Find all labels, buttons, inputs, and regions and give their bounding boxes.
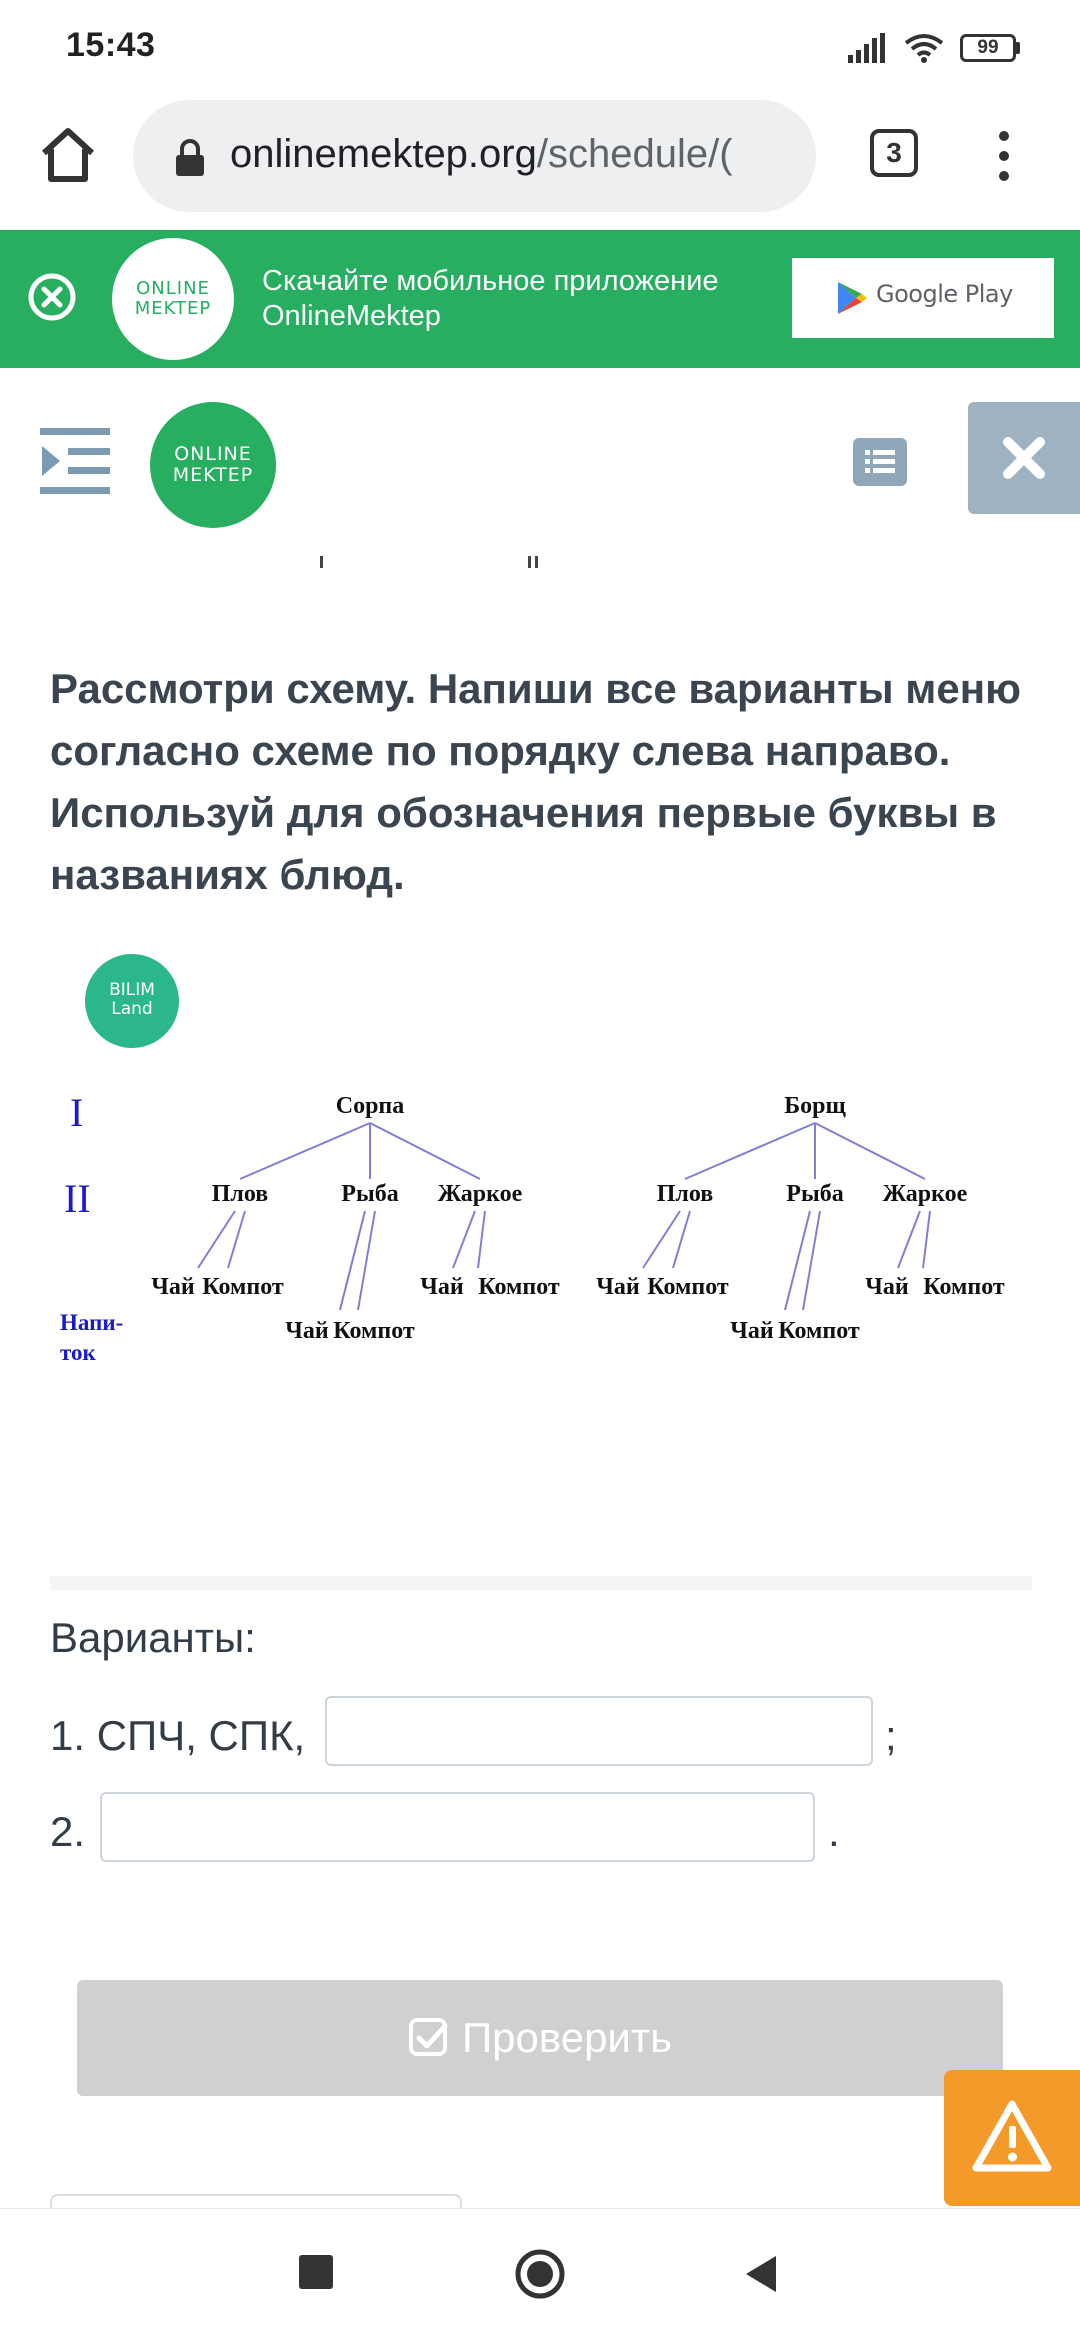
status-bar: 15:43 99 [0, 0, 1080, 92]
tree-drink-node: Чай [285, 1318, 329, 1344]
more-options-icon[interactable] [992, 126, 1016, 186]
site-logo-line2: MEKTEP [172, 464, 254, 486]
bilimland-line1: BILIM [109, 980, 155, 1000]
answer-row-1-label: 1. СПЧ, СПК, [50, 1712, 306, 1759]
root-to-dish-connector [239, 1122, 371, 1180]
tree-drink-node: Чай [730, 1318, 774, 1344]
site-logo[interactable]: ONLINE MEKTEP [150, 402, 276, 528]
system-nav-bar [0, 2208, 1080, 2341]
tree-dish-node: Плов [212, 1181, 269, 1207]
root-to-dish-connector [369, 1122, 481, 1180]
level-label-1: I [70, 1090, 83, 1135]
tree-root-node: Сорпа [336, 1093, 405, 1119]
tree-connectors [197, 1122, 931, 1311]
list-icon [865, 450, 895, 473]
answer-row-2-end: . [828, 1808, 840, 1855]
tree-drink-node: Чай [151, 1274, 195, 1300]
bilimland-logo: BILIM Land [85, 954, 179, 1048]
signal-icon [848, 33, 885, 63]
google-play-button[interactable]: Google Play [792, 258, 1054, 338]
promo-logo: ONLINE MEKTEP [112, 238, 234, 360]
tree-drink-node: Компот [333, 1318, 415, 1344]
dish-to-drink-connector [897, 1210, 921, 1269]
tree-dish-node: Жаркое [883, 1181, 968, 1207]
root-to-dish-connector [684, 1122, 816, 1180]
sidebar-toggle-icon[interactable] [40, 428, 110, 494]
tree-dish-node: Рыба [786, 1181, 843, 1207]
battery-icon: 99 [960, 34, 1020, 62]
lock-icon [176, 139, 204, 176]
tree-dish-node: Жаркое [438, 1181, 523, 1207]
report-problem-button[interactable] [944, 2070, 1080, 2206]
promo-text-line2: OnlineMektep [262, 300, 441, 332]
address-bar[interactable]: onlinemektep.org/schedule/( [133, 100, 816, 212]
tree-root-node: Борщ [784, 1093, 846, 1119]
check-button-label: Проверить [461, 2014, 673, 2061]
tree-drink-node: Чай [596, 1274, 640, 1300]
answer-row-2-label: 2. [50, 1808, 86, 1855]
drink-label-line2: ток [60, 1340, 96, 1365]
close-panel-button[interactable] [968, 402, 1080, 514]
next-section-card [50, 2194, 462, 2208]
answer-row-1-end: ; [885, 1712, 897, 1759]
section-divider [50, 1576, 1032, 1590]
close-banner-icon[interactable] [27, 272, 77, 322]
url-text: onlinemektep.org/schedule/( [230, 132, 800, 177]
answer-input-2[interactable] [100, 1792, 815, 1862]
tree-dish-node: Рыба [341, 1181, 398, 1207]
google-play-label: Google Play [876, 280, 1013, 308]
promo-text-line1: Скачайте мобильное приложение [262, 265, 719, 297]
dish-to-drink-connector [197, 1210, 236, 1269]
task-content: Рассмотри схему. Напиши все варианты мен… [0, 538, 1080, 2208]
check-square-icon [408, 2018, 448, 2056]
check-button[interactable]: Проверить [77, 1980, 1003, 2096]
recent-apps-icon[interactable] [299, 2255, 333, 2289]
dish-to-drink-connector [477, 1210, 486, 1269]
tree-drink-node: Чай [865, 1274, 909, 1300]
answers-title: Варианты: [50, 1614, 256, 1661]
site-header: ONLINE MEKTEP [0, 368, 1080, 538]
tree-drink-node: Компот [923, 1274, 1005, 1300]
tree-drink-node: Чай [420, 1274, 464, 1300]
promo-logo-line1: ONLINE [136, 278, 210, 299]
tree-nodes: СорпаПловЧай КомпотРыбаЧай КомпотЖаркоеЧай… [151, 1093, 1005, 1344]
url-host: onlinemektep.org [230, 132, 537, 176]
tree-drink-node: Компот [647, 1274, 729, 1300]
tree-dish-node: Плов [657, 1181, 714, 1207]
drink-label-line1: Напи- [60, 1310, 123, 1335]
clipped-text-remnant [320, 556, 538, 568]
home-nav-icon[interactable] [514, 2248, 566, 2300]
promo-logo-line2: MEKTEP [134, 298, 212, 319]
dish-to-drink-connector [922, 1210, 931, 1269]
home-icon[interactable] [38, 125, 98, 185]
task-list-button[interactable] [853, 438, 907, 486]
bilimland-line2: Land [111, 999, 153, 1019]
promo-text: Скачайте мобильное приложение OnlineMekt… [262, 264, 782, 334]
tree-drink-node: Компот [478, 1274, 560, 1300]
site-logo-line1: ONLINE [174, 443, 252, 465]
battery-level: 99 [960, 34, 1016, 62]
status-icons: 99 [848, 30, 1020, 66]
dish-to-drink-connector [642, 1210, 681, 1269]
question-text: Рассмотри схему. Напиши все варианты мен… [50, 665, 1021, 898]
tree-drink-node: Компот [202, 1274, 284, 1300]
tabs-count-button[interactable]: 3 [870, 129, 918, 177]
dish-to-drink-connector [452, 1210, 476, 1269]
status-clock: 15:43 [66, 26, 156, 64]
warning-icon [972, 2100, 1052, 2172]
url-path: /schedule/( [536, 132, 733, 176]
answer-input-1[interactable] [325, 1696, 873, 1766]
close-icon [1003, 437, 1045, 479]
google-play-icon [838, 282, 867, 314]
app-promo-banner: ONLINE MEKTEP Скачайте мобильное приложе… [0, 230, 1080, 368]
back-nav-icon[interactable] [744, 2254, 778, 2294]
browser-toolbar: onlinemektep.org/schedule/( 3 [0, 92, 1080, 230]
menu-tree-diagram: I II Напи- ток СорпаПловЧай КомпотРыбаЧай… [60, 1090, 1005, 1365]
level-label-2: II [64, 1176, 91, 1221]
root-to-dish-connector [814, 1122, 926, 1180]
wifi-icon [904, 34, 944, 63]
tree-drink-node: Компот [778, 1318, 860, 1344]
